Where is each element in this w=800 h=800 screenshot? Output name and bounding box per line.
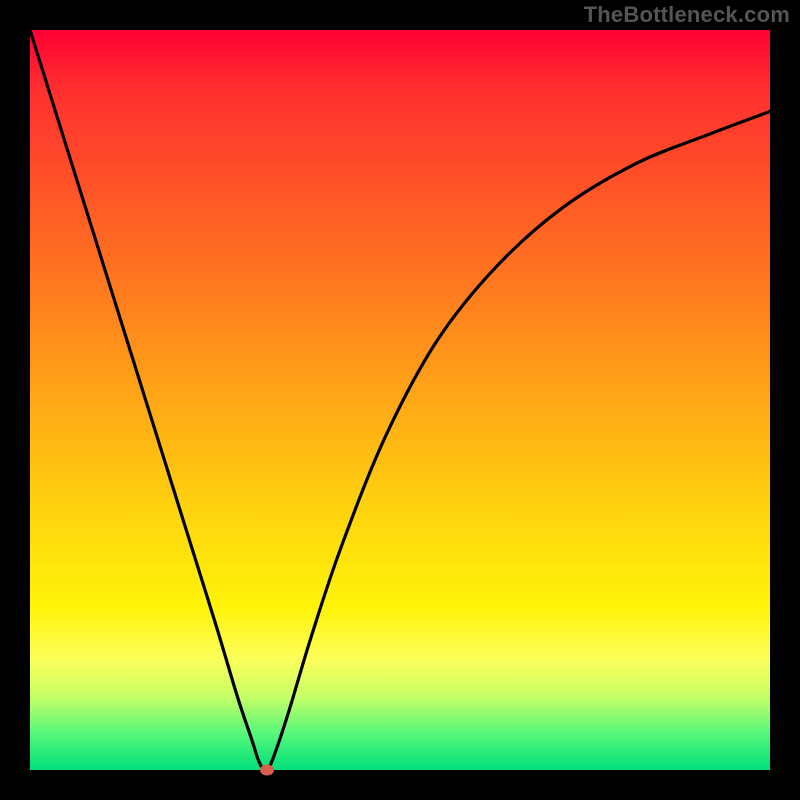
curve-svg	[30, 30, 770, 770]
plot-area	[30, 30, 770, 770]
watermark-text: TheBottleneck.com	[584, 2, 790, 28]
optimum-marker	[260, 765, 274, 776]
bottleneck-curve	[30, 30, 770, 770]
chart-frame: TheBottleneck.com	[0, 0, 800, 800]
